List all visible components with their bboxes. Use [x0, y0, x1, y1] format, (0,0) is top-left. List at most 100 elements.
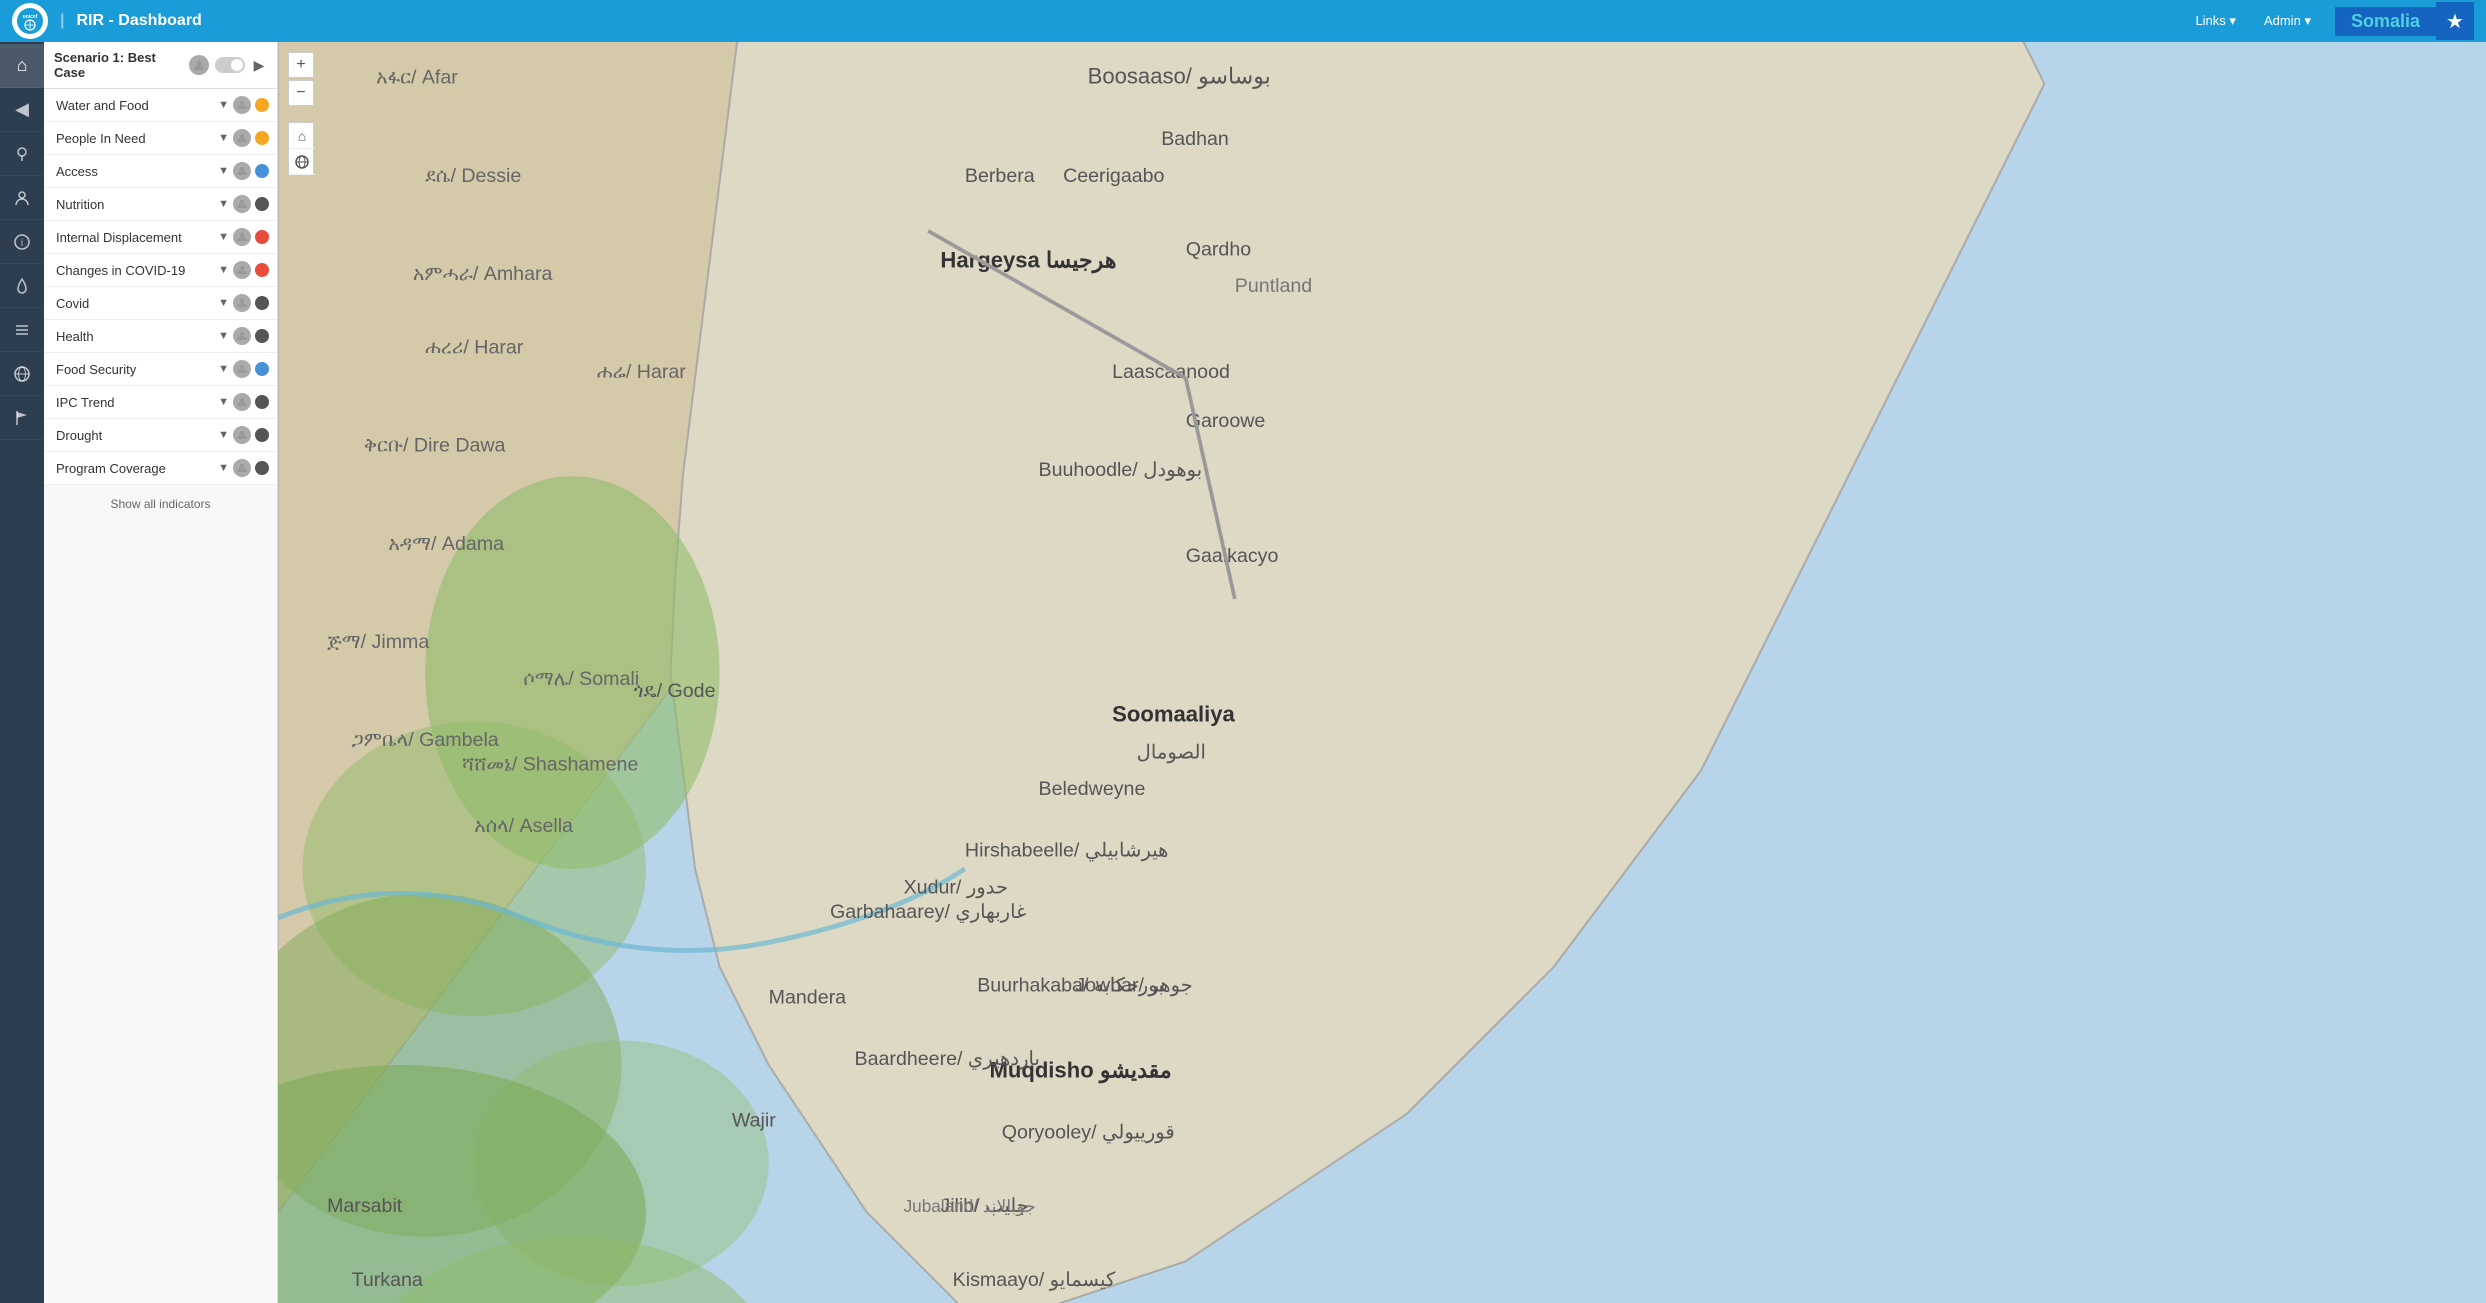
- sidebar-item-changes-covid[interactable]: Changes in COVID-19 ▼: [44, 254, 277, 287]
- internal-displacement-dot: [255, 230, 269, 244]
- ipc-trend-dot: [255, 395, 269, 409]
- drought-avatar[interactable]: [233, 426, 251, 444]
- sidebar-item-info[interactable]: i: [0, 220, 44, 264]
- map-controls: + −: [288, 52, 314, 106]
- health-dot: [255, 329, 269, 343]
- covid-label: Covid: [56, 296, 218, 311]
- ipc-trend-avatar[interactable]: [233, 393, 251, 411]
- sidebar-item-back[interactable]: ◀: [0, 88, 44, 132]
- sidebar-item-food-security[interactable]: Food Security ▼: [44, 353, 277, 386]
- sidebar-item-internal-displacement[interactable]: Internal Displacement ▼: [44, 221, 277, 254]
- zoom-out-button[interactable]: −: [288, 80, 314, 106]
- sidebar-item-list[interactable]: [0, 308, 44, 352]
- svg-text:Jowhar/ جوهر: Jowhar/ جوهر: [1075, 974, 1193, 996]
- food-security-controls: ▼: [218, 360, 269, 378]
- icon-bar: ⌂ ◀ i: [0, 42, 44, 1303]
- sidebar-item-flag[interactable]: [0, 396, 44, 440]
- country-name: Somalia: [2351, 11, 2420, 32]
- svg-text:Buuhoodle/ بوهودل: Buuhoodle/ بوهودل: [1039, 459, 1203, 481]
- unicef-logo: unicef: [12, 3, 48, 39]
- svg-text:Garbahaarey/ غاربهاري: Garbahaarey/ غاربهاري: [830, 901, 1026, 923]
- covid-dot: [255, 296, 269, 310]
- map-home-button[interactable]: ⌂: [289, 123, 315, 149]
- sidebar-item-nutrition[interactable]: Nutrition ▼: [44, 188, 277, 221]
- svg-text:ጅማ/ Jimma: ጅማ/ Jimma: [327, 631, 429, 653]
- svg-text:Wajir: Wajir: [732, 1109, 776, 1131]
- drought-controls: ▼: [218, 426, 269, 444]
- people-in-need-label: People In Need: [56, 131, 218, 146]
- zoom-in-button[interactable]: +: [288, 52, 314, 78]
- scenario-avatar[interactable]: [189, 55, 209, 75]
- sidebar-item-people-in-need[interactable]: People In Need ▼: [44, 122, 277, 155]
- sidebar-item-person[interactable]: [0, 176, 44, 220]
- water-food-avatar[interactable]: [233, 96, 251, 114]
- covid-dropdown-icon[interactable]: ▼: [218, 297, 229, 309]
- covid-avatar[interactable]: [233, 294, 251, 312]
- navbar-links: Links ▾ Admin ▾: [2195, 13, 2311, 29]
- sidebar: Scenario 1: Best Case ▶ Water and Food ▼: [44, 42, 278, 1303]
- changes-covid-dropdown-icon[interactable]: ▼: [218, 264, 229, 276]
- water-food-controls: ▼: [218, 96, 269, 114]
- nutrition-avatar[interactable]: [233, 195, 251, 213]
- drought-dropdown-icon[interactable]: ▼: [218, 429, 229, 441]
- sidebar-item-health[interactable]: Health ▼: [44, 320, 277, 353]
- map-layer-button[interactable]: [289, 149, 315, 175]
- covid-controls: ▼: [218, 294, 269, 312]
- sidebar-item-water[interactable]: [0, 264, 44, 308]
- health-dropdown-icon[interactable]: ▼: [218, 330, 229, 342]
- internal-displacement-dropdown-icon[interactable]: ▼: [218, 231, 229, 243]
- scenario-toggle[interactable]: [215, 57, 245, 73]
- program-coverage-avatar[interactable]: [233, 459, 251, 477]
- access-avatar[interactable]: [233, 162, 251, 180]
- changes-covid-dot: [255, 263, 269, 277]
- scenario-controls: ▶: [189, 55, 267, 75]
- map-svg: Boosaaso/ بوساسو Berbera Hargeysa هرجيسا…: [278, 42, 2486, 1303]
- food-security-avatar[interactable]: [233, 360, 251, 378]
- health-controls: ▼: [218, 327, 269, 345]
- sidebar-item-access[interactable]: Access ▼: [44, 155, 277, 188]
- health-avatar[interactable]: [233, 327, 251, 345]
- sidebar-item-water-food[interactable]: Water and Food ▼: [44, 89, 277, 122]
- people-in-need-dropdown-icon[interactable]: ▼: [218, 132, 229, 144]
- water-food-dropdown-icon[interactable]: ▼: [218, 99, 229, 111]
- ipc-trend-controls: ▼: [218, 393, 269, 411]
- sidebar-item-home[interactable]: ⌂: [0, 44, 44, 88]
- svg-text:Xudur/ حدور: Xudur/ حدور: [904, 876, 1009, 898]
- svg-text:ሻሸመኔ/ Shashamene: ሻሸመኔ/ Shashamene: [462, 754, 638, 776]
- links-menu[interactable]: Links ▾: [2195, 13, 2236, 29]
- changes-covid-controls: ▼: [218, 261, 269, 279]
- scenario-expand[interactable]: ▶: [251, 57, 267, 73]
- ipc-trend-label: IPC Trend: [56, 395, 218, 410]
- sidebar-item-pin[interactable]: [0, 132, 44, 176]
- brand: unicef | RIR - Dashboard: [12, 3, 2195, 39]
- internal-displacement-avatar[interactable]: [233, 228, 251, 246]
- sidebar-item-globe[interactable]: [0, 352, 44, 396]
- show-all-indicators[interactable]: Show all indicators: [44, 485, 277, 523]
- ipc-trend-dropdown-icon[interactable]: ▼: [218, 396, 229, 408]
- water-food-dot: [255, 98, 269, 112]
- access-dot: [255, 164, 269, 178]
- nutrition-label: Nutrition: [56, 197, 218, 212]
- access-dropdown-icon[interactable]: ▼: [218, 165, 229, 177]
- sidebar-item-drought[interactable]: Drought ▼: [44, 419, 277, 452]
- svg-text:አምሓራ/ Amhara: አምሓራ/ Amhara: [413, 263, 553, 285]
- svg-text:ሐሬ/ Harar: ሐሬ/ Harar: [597, 361, 686, 383]
- favorite-button[interactable]: ★: [2436, 2, 2474, 40]
- nutrition-dropdown-icon[interactable]: ▼: [218, 198, 229, 210]
- changes-covid-avatar[interactable]: [233, 261, 251, 279]
- svg-text:Kismaayo/ كيسمايو: Kismaayo/ كيسمايو: [953, 1269, 1116, 1291]
- svg-text:ደሴ/ Dessie: ደሴ/ Dessie: [425, 165, 521, 187]
- food-security-label: Food Security: [56, 362, 218, 377]
- map-area[interactable]: Boosaaso/ بوساسو Berbera Hargeysa هرجيسا…: [278, 42, 2486, 1303]
- scenario-label: Scenario 1: Best Case: [54, 50, 189, 80]
- svg-text:Boosaaso/ بوساسو: Boosaaso/ بوساسو: [1088, 64, 1271, 90]
- people-in-need-avatar[interactable]: [233, 129, 251, 147]
- program-coverage-dropdown-icon[interactable]: ▼: [218, 462, 229, 474]
- food-security-dropdown-icon[interactable]: ▼: [218, 363, 229, 375]
- admin-menu[interactable]: Admin ▾: [2264, 13, 2311, 29]
- sidebar-item-covid[interactable]: Covid ▼: [44, 287, 277, 320]
- sidebar-item-program-coverage[interactable]: Program Coverage ▼: [44, 452, 277, 485]
- sidebar-item-ipc-trend[interactable]: IPC Trend ▼: [44, 386, 277, 419]
- access-controls: ▼: [218, 162, 269, 180]
- svg-text:Puntland: Puntland: [1235, 275, 1312, 297]
